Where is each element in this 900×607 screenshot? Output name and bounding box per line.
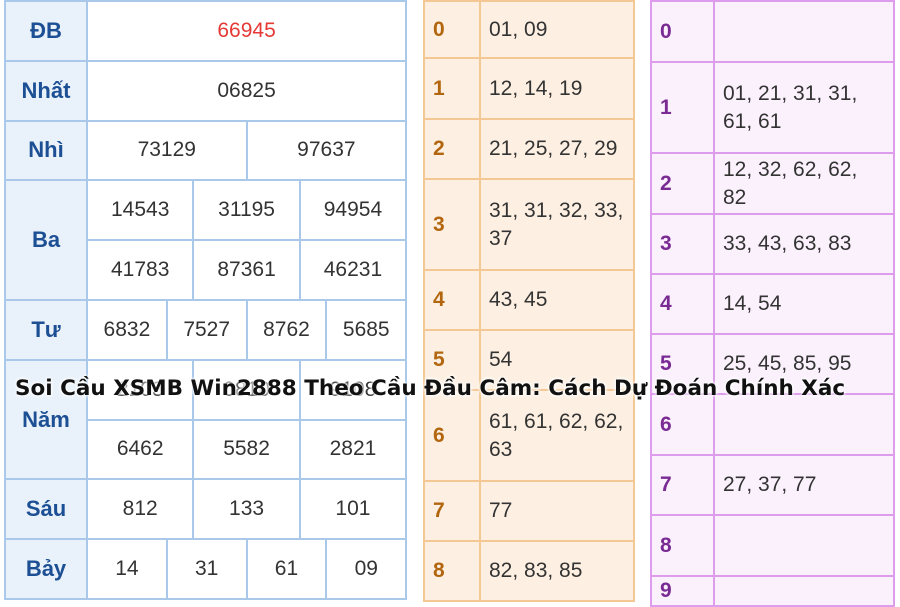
head-values: 12, 14, 19: [479, 57, 635, 120]
tail-row: 3 33, 43, 63, 83: [650, 213, 895, 275]
prize-label: Ba: [4, 179, 88, 301]
prize-value: 87361: [192, 239, 301, 301]
head-values: 82, 83, 85: [479, 540, 635, 602]
head-values: 77: [479, 480, 635, 542]
prize-value: 14543: [85, 179, 195, 242]
prize-value: 31195: [192, 179, 301, 242]
tail-digit: 4: [650, 273, 715, 335]
tail-row: 2 12, 32, 62, 62, 82: [650, 152, 895, 215]
prize-value: 14: [86, 538, 168, 600]
row-special-prize: ĐB 66945: [4, 0, 408, 62]
prize-value: 41783: [85, 239, 195, 301]
prize-value: 97637: [245, 119, 408, 182]
row-second-prize: Nhì 73129 97637: [4, 119, 408, 182]
lottery-results-table: ĐB 66945 Nhất 06825 Nhì 73129 97637 Ba 1…: [4, 0, 408, 600]
prize-value: 6462: [85, 418, 195, 481]
prize-label: Nhất: [4, 59, 88, 122]
head-values: 31, 31, 32, 33, 37: [479, 178, 635, 271]
head-digit: 0: [423, 0, 481, 59]
article-title-overlay: Soi Cầu XSMB Win2888 Theo Cầu Đầu Câm: C…: [15, 376, 846, 401]
prize-value: 6832: [86, 298, 168, 361]
prize-value: 94954: [298, 179, 408, 242]
tail-digit: 9: [650, 575, 715, 607]
head-row: 2 21, 25, 27, 29: [423, 118, 635, 180]
tail-row: 1 01, 21, 31, 31, 61, 61: [650, 61, 895, 154]
tail-row: 0: [650, 0, 895, 63]
tail-row: 9: [650, 575, 895, 607]
tail-values: 27, 37, 77: [713, 454, 895, 516]
head-row: 6 61, 61, 62, 62, 63: [423, 389, 635, 482]
tail-values: 14, 54: [713, 273, 895, 335]
head-row: 4 43, 45: [423, 269, 635, 331]
prize-value: 101: [298, 478, 408, 541]
head-digit: 7: [423, 480, 481, 542]
prize-value: 73129: [86, 119, 248, 182]
head-digit: 8: [423, 540, 481, 602]
head-row: 3 31, 31, 32, 33, 37: [423, 178, 635, 271]
tail-values: 12, 32, 62, 62, 82: [713, 152, 895, 215]
tail-digit: 1: [650, 61, 715, 154]
prize-value: 812: [85, 478, 195, 541]
row-third-prize: Ba 14543 31195 94954: [4, 179, 408, 301]
tail-row: 6: [650, 393, 895, 456]
tail-digit: 8: [650, 514, 715, 577]
tail-digit: 0: [650, 0, 715, 63]
prize-value: 46231: [298, 239, 408, 301]
head-digit: 4: [423, 269, 481, 331]
tail-row: 7 27, 37, 77: [650, 454, 895, 516]
head-values: 01, 09: [479, 0, 635, 59]
prize-value: 2821: [298, 418, 408, 481]
head-values: 43, 45: [479, 269, 635, 331]
prize-value: 06825: [85, 59, 408, 122]
prize-label: ĐB: [4, 0, 88, 62]
prize-value: 09: [325, 538, 408, 600]
head-values: 21, 25, 27, 29: [479, 118, 635, 180]
head-row: 7 77: [423, 480, 635, 542]
prize-value: 61: [245, 538, 328, 600]
head-digit-table: 0 01, 09 1 12, 14, 19 2 21, 25, 27, 29 3 31,…: [423, 0, 635, 602]
tail-digit: 7: [650, 454, 715, 516]
tail-values: 33, 43, 63, 83: [713, 213, 895, 275]
row-first-prize: Nhất 06825: [4, 59, 408, 122]
tail-digit-table: 0 1 01, 21, 31, 31, 61, 61 2 12, 32, 62, 6…: [650, 0, 895, 607]
prize-value: 31: [165, 538, 248, 600]
prize-value: 5582: [192, 418, 301, 481]
tail-row: 8: [650, 514, 895, 577]
head-row: 8 82, 83, 85: [423, 540, 635, 602]
tail-digit: 3: [650, 213, 715, 275]
tail-digit: 2: [650, 152, 715, 215]
row-sixth-prize: Sáu 812 133 101: [4, 478, 408, 541]
prize-value: 66945: [85, 0, 408, 62]
prize-value: 7527: [165, 298, 248, 361]
head-values: 61, 61, 62, 62, 63: [479, 389, 635, 482]
prize-label: Nhì: [4, 119, 88, 182]
row-fourth-prize: Tư 6832 7527 8762 5685: [4, 298, 408, 361]
head-digit: 6: [423, 389, 481, 482]
tail-row: 4 14, 54: [650, 273, 895, 335]
head-digit: 3: [423, 178, 481, 271]
head-row: 0 01, 09: [423, 0, 635, 59]
tail-values: [713, 393, 895, 456]
head-row: 1 12, 14, 19: [423, 57, 635, 120]
tail-values: [713, 514, 895, 577]
tail-digit: 6: [650, 393, 715, 456]
tail-values: [713, 0, 895, 63]
tail-values: 01, 21, 31, 31, 61, 61: [713, 61, 895, 154]
head-digit: 2: [423, 118, 481, 180]
prize-label: Bảy: [4, 538, 88, 600]
tail-values: [713, 575, 895, 607]
prize-label: Sáu: [4, 478, 88, 541]
head-digit: 1: [423, 57, 481, 120]
prize-value: 5685: [325, 298, 408, 361]
prize-value: 8762: [245, 298, 328, 361]
prize-value: 133: [192, 478, 301, 541]
row-seventh-prize: Bảy 14 31 61 09: [4, 538, 408, 600]
prize-label: Tư: [4, 298, 88, 361]
